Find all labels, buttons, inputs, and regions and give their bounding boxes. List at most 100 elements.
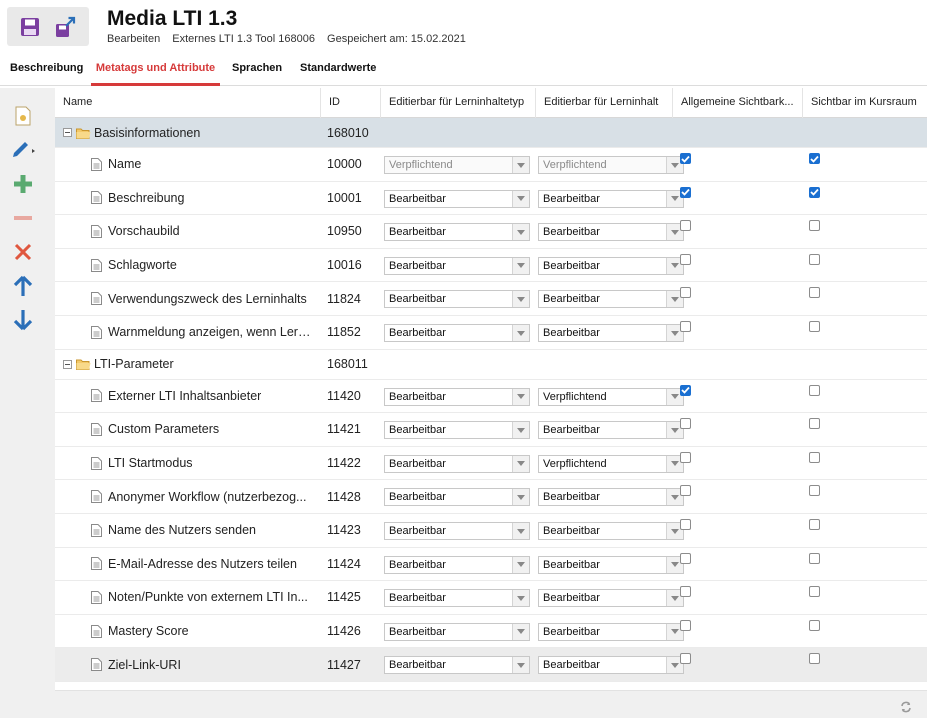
editable-type-select[interactable]: Bearbeitbar [384, 454, 530, 473]
classroom-visibility-checkbox[interactable] [809, 586, 820, 598]
visibility-checkbox[interactable] [680, 519, 691, 530]
visibility-checkbox[interactable] [680, 485, 691, 497]
editable-type-select[interactable]: Bearbeitbar [384, 223, 530, 242]
table-row[interactable]: Schlagworte 10016 Bearbeitbar Bearbeitbar [55, 249, 927, 283]
move-up-button[interactable] [10, 274, 36, 298]
add-button[interactable] [10, 172, 36, 196]
editable-type-select[interactable]: Bearbeitbar [384, 256, 530, 275]
editable-content-select[interactable]: Bearbeitbar [538, 589, 684, 608]
editable-content-select[interactable]: Bearbeitbar [538, 656, 684, 675]
editable-content-select[interactable]: Bearbeitbar [538, 290, 684, 309]
classroom-visibility-checkbox[interactable] [809, 418, 820, 430]
export-button[interactable] [51, 12, 81, 42]
new-document-button[interactable] [10, 104, 36, 128]
group-row[interactable]: Basisinformationen 168010 [55, 118, 927, 148]
visibility-checkbox[interactable] [680, 153, 691, 164]
table-row[interactable]: LTI Startmodus 11422 Bearbeitbar Verpflicht… [55, 447, 927, 481]
classroom-visibility-checkbox[interactable] [809, 253, 820, 265]
visibility-checkbox[interactable] [680, 451, 691, 463]
table-row[interactable]: Ziel-Link-URI 11427 Bearbeitbar Bearbeitbar [55, 648, 927, 682]
editable-content-select[interactable]: Verpflichtend [538, 156, 684, 174]
table-row[interactable]: Custom Parameters 11421 Bearbeitbar Bearbei… [55, 413, 927, 447]
visibility-checkbox[interactable] [680, 586, 691, 598]
edit-button[interactable] [10, 138, 36, 162]
editable-type-select[interactable]: Bearbeitbar [384, 555, 530, 574]
column-header-editable-type[interactable]: Editierbar für Lerninhaltetyp [380, 88, 535, 118]
save-button[interactable] [15, 12, 45, 42]
table-row[interactable]: Warnmeldung anzeigen, wenn Lern... 11852 B… [55, 316, 927, 350]
column-header-visibility[interactable]: Allgemeine Sichtbark... [672, 88, 802, 118]
visibility-checkbox[interactable] [680, 552, 691, 564]
visibility-checkbox[interactable] [680, 653, 691, 665]
classroom-visibility-checkbox[interactable] [809, 384, 820, 396]
editable-type-select[interactable]: Verpflichtend [384, 156, 530, 174]
visibility-checkbox[interactable] [680, 619, 691, 631]
tab-metatags-und-attribute[interactable]: Metatags und Attribute [91, 58, 220, 86]
table-row[interactable]: E-Mail-Adresse des Nutzers teilen 11424 Be… [55, 548, 927, 582]
visibility-checkbox[interactable] [680, 287, 691, 299]
column-header-name[interactable]: Name [55, 88, 320, 118]
editable-type-select[interactable]: Bearbeitbar [384, 622, 530, 641]
editable-content-select[interactable]: Bearbeitbar [538, 488, 684, 507]
editable-content-select[interactable]: Bearbeitbar [538, 324, 684, 342]
editable-type-select[interactable]: Bearbeitbar [384, 421, 530, 440]
editable-type-select[interactable]: Bearbeitbar [384, 522, 530, 540]
move-down-button[interactable] [10, 308, 36, 332]
editable-content-select[interactable]: Bearbeitbar [538, 223, 684, 242]
visibility-checkbox[interactable] [680, 186, 691, 198]
tab-sprachen[interactable]: Sprachen [232, 58, 282, 86]
classroom-visibility-checkbox[interactable] [809, 485, 820, 497]
editable-content-select[interactable]: Bearbeitbar [538, 522, 684, 540]
editable-type-select[interactable]: Bearbeitbar [384, 189, 530, 208]
column-header-id[interactable]: ID [320, 88, 380, 118]
editable-content-select[interactable]: Verpflichtend [538, 387, 684, 406]
editable-type-select[interactable]: Bearbeitbar [384, 656, 530, 675]
visibility-checkbox[interactable] [680, 418, 691, 430]
table-row[interactable]: Name des Nutzers senden 11423 Bearbeitbar B… [55, 514, 927, 548]
table-row[interactable]: Anonymer Workflow (nutzerbezog... 11428 Be… [55, 480, 927, 514]
editable-type-select[interactable]: Bearbeitbar [384, 387, 530, 406]
refresh-icon[interactable] [900, 701, 912, 713]
classroom-visibility-checkbox[interactable] [809, 451, 820, 463]
column-header-visible-classroom[interactable]: Sichtbar im Kursraum [802, 88, 927, 118]
editable-content-select[interactable]: Bearbeitbar [538, 256, 684, 275]
visibility-checkbox[interactable] [680, 253, 691, 265]
classroom-visibility-checkbox[interactable] [809, 220, 820, 232]
classroom-visibility-checkbox[interactable] [809, 519, 820, 530]
classroom-visibility-checkbox[interactable] [809, 321, 820, 332]
row-name-cell: Custom Parameters [91, 413, 313, 446]
classroom-visibility-checkbox[interactable] [809, 153, 820, 164]
visibility-checkbox[interactable] [680, 321, 691, 332]
table-row[interactable]: Noten/Punkte von externem LTI In... 11425… [55, 581, 927, 615]
editable-content-select[interactable]: Bearbeitbar [538, 555, 684, 574]
collapse-toggle-icon[interactable] [63, 128, 72, 137]
table-row[interactable]: Beschreibung 10001 Bearbeitbar Bearbeitbar [55, 182, 927, 216]
delete-button[interactable] [10, 240, 36, 264]
editable-content-select[interactable]: Bearbeitbar [538, 189, 684, 208]
remove-button[interactable] [10, 206, 36, 230]
visibility-checkbox[interactable] [680, 384, 691, 396]
classroom-visibility-checkbox[interactable] [809, 186, 820, 198]
collapse-toggle-icon[interactable] [63, 359, 72, 369]
tab-beschreibung[interactable]: Beschreibung [10, 58, 83, 86]
table-row[interactable]: Verwendungszweck des Lerninhalts 11824 Bea… [55, 282, 927, 316]
classroom-visibility-checkbox[interactable] [809, 552, 820, 564]
editable-type-select[interactable]: Bearbeitbar [384, 324, 530, 342]
editable-content-select[interactable]: Bearbeitbar [538, 421, 684, 440]
table-row[interactable]: Vorschaubild 10950 Bearbeitbar Bearbeitbar [55, 215, 927, 249]
table-row[interactable]: Mastery Score 11426 Bearbeitbar Bearbeitbar [55, 615, 927, 649]
editable-content-select[interactable]: Bearbeitbar [538, 622, 684, 641]
tab-standardwerte[interactable]: Standardwerte [300, 58, 376, 86]
visibility-checkbox[interactable] [680, 220, 691, 232]
classroom-visibility-checkbox[interactable] [809, 619, 820, 631]
table-row[interactable]: Externer LTI Inhaltsanbieter 11420 Bearbei… [55, 380, 927, 414]
editable-content-select[interactable]: Verpflichtend [538, 454, 684, 473]
table-row[interactable]: Name 10000 Verpflichtend Verpflichtend [55, 148, 927, 182]
editable-type-select[interactable]: Bearbeitbar [384, 488, 530, 507]
classroom-visibility-checkbox[interactable] [809, 287, 820, 299]
editable-type-select[interactable]: Bearbeitbar [384, 589, 530, 608]
group-row[interactable]: LTI-Parameter 168011 [55, 349, 927, 380]
column-header-editable-content[interactable]: Editierbar für Lerninhalt [535, 88, 672, 118]
classroom-visibility-checkbox[interactable] [809, 653, 820, 665]
editable-type-select[interactable]: Bearbeitbar [384, 290, 530, 309]
